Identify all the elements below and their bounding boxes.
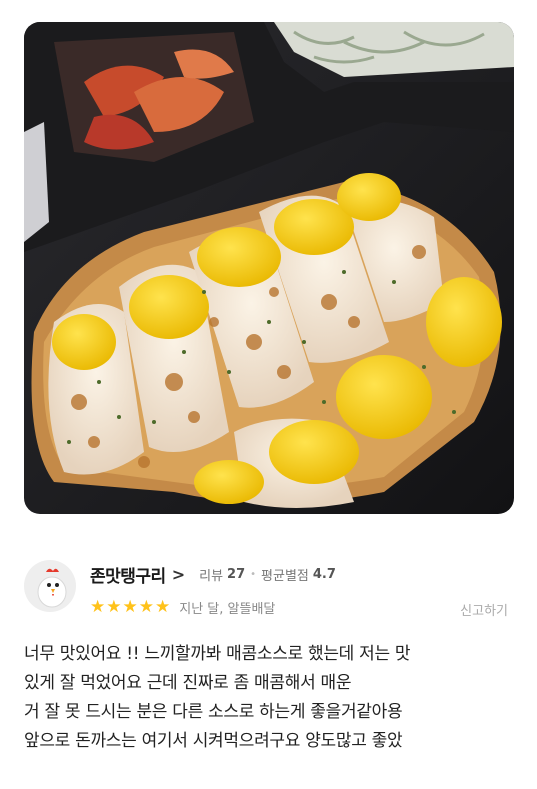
star-icon: ★: [138, 597, 154, 617]
review-date: 지난 달, 알뜰배달: [179, 602, 276, 617]
star-icon: ★: [90, 597, 106, 617]
review-count: 27: [227, 566, 246, 582]
star-icon: ★: [155, 597, 171, 617]
rating-row: ★ ★ ★ ★ ★ 지난 달, 알뜰배달: [90, 597, 276, 618]
star-icon: ★: [106, 597, 122, 617]
star-icon: ★: [122, 597, 138, 617]
review-photo[interactable]: [24, 22, 514, 514]
reviewer-name[interactable]: 존맛탱구리: [90, 562, 166, 587]
report-button[interactable]: 신고하기: [460, 600, 508, 619]
food-photo-icon: [24, 22, 514, 514]
chevron-right-icon[interactable]: >: [172, 565, 185, 584]
reviewer-info: 존맛탱구리 > 리뷰 27 • 평균별점 4.7: [90, 562, 336, 587]
avg-rating-label: 평균별점: [261, 568, 309, 584]
review-body: 너무 맛있어요 !! 느끼할까봐 매콤소스로 했는데 저는 맛 있게 잘 먹었어…: [24, 640, 519, 756]
review-line: 있게 잘 먹었어요 근데 진짜로 좀 매콤해서 매운: [24, 673, 352, 693]
review-count-label: 리뷰: [199, 568, 224, 584]
review-line: 거 잘 못 드시는 분은 다른 소스로 하는게 좋을거같아용: [24, 702, 403, 722]
avg-rating: 4.7: [312, 566, 336, 582]
reviewer-header: 존맛탱구리 > 리뷰 27 • 평균별점 4.7 ★ ★ ★ ★ ★ 지난 달,…: [24, 560, 514, 620]
separator-dot: •: [250, 568, 257, 580]
review-line: 앞으로 돈까스는 여기서 시켜먹으려구요 양도많고 좋았: [24, 731, 403, 751]
review-line: 너무 맛있어요 !! 느끼할까봐 매콤소스로 했는데 저는 맛: [24, 644, 411, 664]
chicken-avatar-icon[interactable]: [24, 560, 76, 612]
